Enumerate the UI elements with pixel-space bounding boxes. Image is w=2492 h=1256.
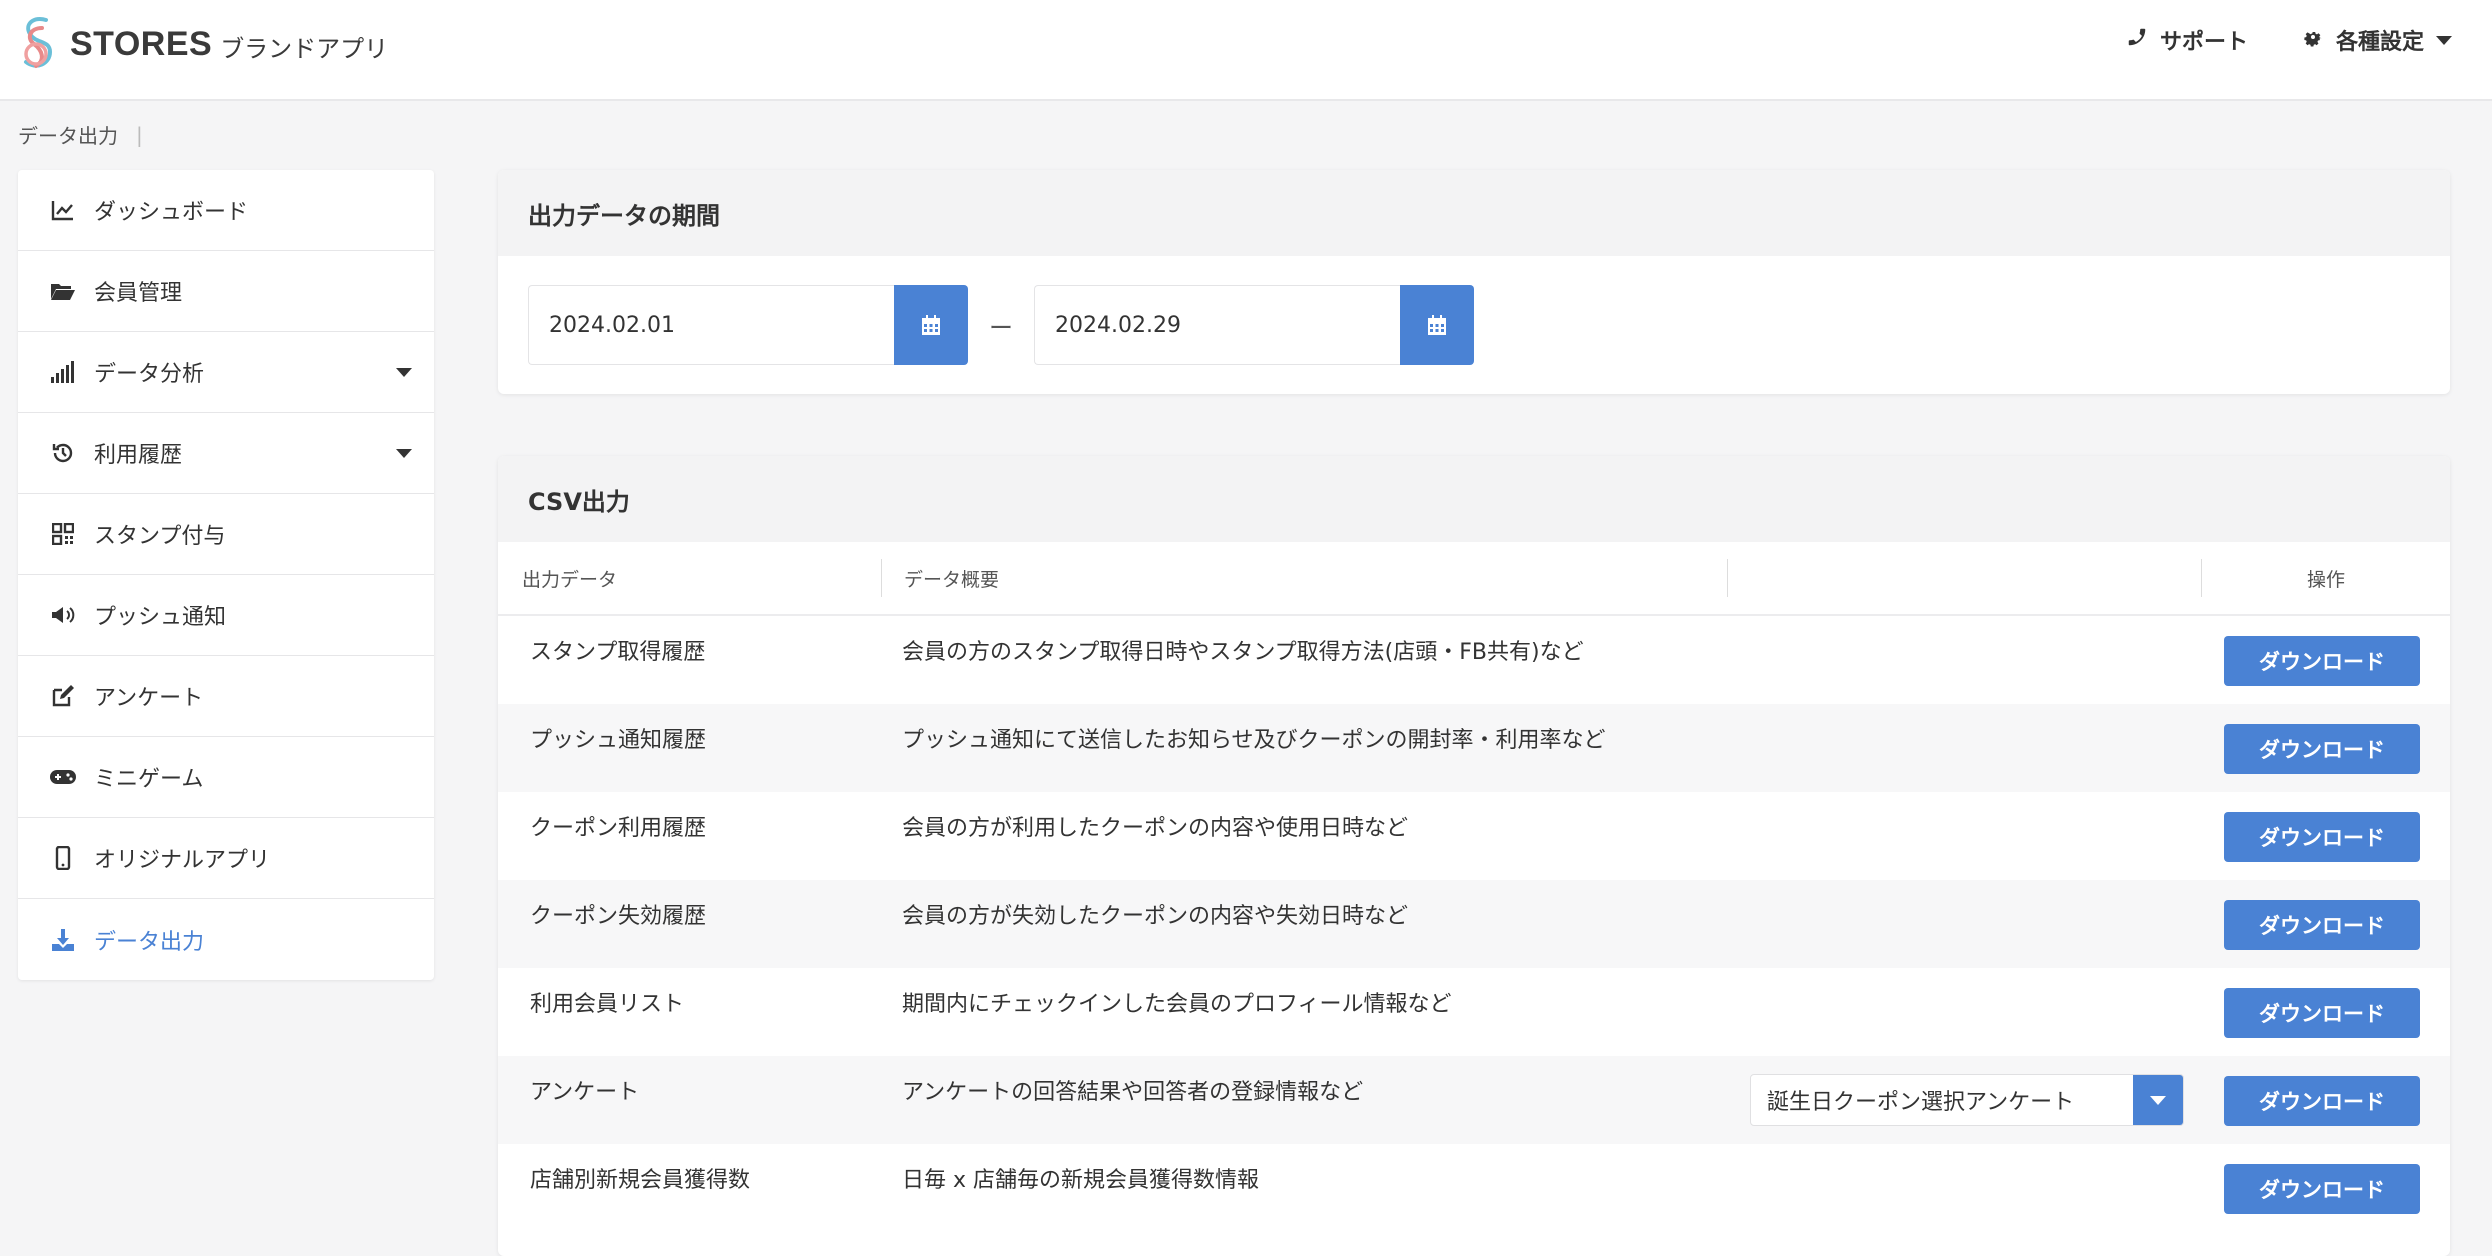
csv-export-panel: CSV出力 出力データ データ概要 操作 スタンプ取得履歴 会員の方のスタンプ取… [498, 456, 2450, 1256]
table-row: スタンプ取得履歴 会員の方のスタンプ取得日時やスタンプ取得方法(店頭・FB共有)… [498, 616, 2450, 704]
download-button[interactable]: ダウンロード [2224, 1076, 2420, 1126]
chevron-down-icon [396, 449, 412, 458]
column-header-option [1728, 559, 2202, 597]
gamepad-icon [48, 762, 78, 792]
row-name: プッシュ通知履歴 [530, 728, 707, 753]
sidebar-item-stamp[interactable]: スタンプ付与 [18, 494, 434, 575]
brand-logo[interactable]: STORES ブランドアプリ [16, 14, 388, 74]
calendar-icon [1428, 315, 1446, 335]
date-range-separator: ー [989, 313, 1013, 342]
end-calendar-button[interactable] [1400, 285, 1474, 365]
row-name: 利用会員リスト [530, 992, 685, 1017]
sidebar-item-dashboard[interactable]: ダッシュボード [18, 170, 434, 251]
settings-menu[interactable]: 各種設定 [2302, 24, 2452, 56]
sidebar-item-data-export[interactable]: データ出力 [18, 899, 434, 980]
download-button[interactable]: ダウンロード [2224, 812, 2420, 862]
column-header-summary: データ概要 [882, 559, 1728, 597]
row-name: スタンプ取得履歴 [530, 640, 706, 665]
breadcrumb-current: データ出力 [18, 124, 118, 148]
sidebar-item-label: 利用履歴 [94, 443, 183, 468]
sidebar-item-label: 会員管理 [94, 281, 183, 306]
stores-logo-icon [24, 17, 53, 68]
row-description: 日毎 x 店舗毎の新規会員獲得数情報 [902, 1168, 1260, 1193]
sidebar-item-label: データ分析 [94, 362, 205, 387]
table-row: クーポン失効履歴 会員の方が失効したクーポンの内容や失効日時など ダウンロード [498, 880, 2450, 968]
breadcrumb: データ出力 | [18, 120, 143, 149]
table-header: 出力データ データ概要 操作 [498, 542, 2450, 616]
edit-icon [48, 681, 78, 711]
chevron-down-icon[interactable] [2133, 1075, 2183, 1125]
chevron-down-icon [2436, 35, 2452, 45]
sidebar-item-survey[interactable]: アンケート [18, 656, 434, 737]
column-header-output: 出力データ [498, 559, 882, 597]
calendar-icon [922, 315, 940, 335]
chart-line-icon [48, 195, 78, 225]
sidebar-item-original-app[interactable]: オリジナルアプリ [18, 818, 434, 899]
row-name: クーポン失効履歴 [530, 904, 707, 929]
date-range: 2024.02.01 ー 2024.02.29 [528, 285, 1474, 365]
download-button[interactable]: ダウンロード [2224, 724, 2420, 774]
table-row: クーポン利用履歴 会員の方が利用したクーポンの内容や使用日時など ダウンロード [498, 792, 2450, 880]
download-button[interactable]: ダウンロード [2224, 988, 2420, 1038]
sidebar-item-history[interactable]: 利用履歴 [18, 413, 434, 494]
sidebar-item-minigame[interactable]: ミニゲーム [18, 737, 434, 818]
sidebar-item-label: プッシュ通知 [94, 605, 227, 630]
support-link[interactable]: サポート [2126, 24, 2248, 56]
row-name: 店舗別新規会員獲得数 [530, 1168, 751, 1193]
row-name: アンケート [530, 1080, 640, 1105]
csv-table-body: スタンプ取得履歴 会員の方のスタンプ取得日時やスタンプ取得方法(店頭・FB共有)… [498, 616, 2450, 1232]
period-panel: 出力データの期間 2024.02.01 ー 2024.02.29 [498, 170, 2450, 394]
row-description: アンケートの回答結果や回答者の登録情報など [902, 1080, 1364, 1105]
download-button[interactable]: ダウンロード [2224, 636, 2420, 686]
table-row: プッシュ通知履歴 プッシュ通知にて送信したお知らせ及びクーポンの開封率・利用率な… [498, 704, 2450, 792]
sidebar-item-members[interactable]: 会員管理 [18, 251, 434, 332]
sidebar-item-label: アンケート [94, 686, 204, 711]
download-button[interactable]: ダウンロード [2224, 900, 2420, 950]
sidebar-item-label: ミニゲーム [94, 767, 204, 792]
start-date-input[interactable]: 2024.02.01 [528, 285, 894, 365]
row-description: 期間内にチェックインした会員のプロフィール情報など [902, 992, 1452, 1017]
chevron-down-icon [396, 368, 412, 377]
download-icon [48, 925, 78, 955]
row-description: プッシュ通知にて送信したお知らせ及びクーポンの開封率・利用率など [902, 728, 1606, 753]
sidebar-item-label: ダッシュボード [94, 200, 249, 225]
megaphone-icon [48, 600, 78, 630]
column-header-action: 操作 [2306, 568, 2345, 591]
sidebar-item-label: スタンプ付与 [94, 524, 226, 549]
brand-subtitle: ブランドアプリ [220, 34, 389, 63]
support-label: サポート [2159, 30, 2248, 55]
sidebar-item-push[interactable]: プッシュ通知 [18, 575, 434, 656]
row-name: クーポン利用履歴 [530, 816, 707, 841]
brand-name: STORES [70, 24, 213, 63]
table-row: アンケート アンケートの回答結果や回答者の登録情報など 誕生日クーポン選択アンケ… [498, 1056, 2450, 1144]
folder-open-icon [48, 276, 78, 306]
mobile-icon [48, 843, 78, 873]
sidebar-item-analytics[interactable]: データ分析 [18, 332, 434, 413]
table-row: 店舗別新規会員獲得数 日毎 x 店舗毎の新規会員獲得数情報 ダウンロード [498, 1144, 2450, 1232]
row-description: 会員の方のスタンプ取得日時やスタンプ取得方法(店頭・FB共有)など [902, 640, 1584, 665]
end-date-input[interactable]: 2024.02.29 [1034, 285, 1400, 365]
breadcrumb-separator: | [136, 122, 143, 147]
sidebar-item-label: データ出力 [94, 929, 205, 955]
download-button[interactable]: ダウンロード [2224, 1164, 2420, 1214]
sidebar-item-label: オリジナルアプリ [94, 848, 271, 873]
top-header: STORES ブランドアプリ サポート 各種設定 [0, 0, 2492, 101]
period-title: 出力データの期間 [498, 170, 2450, 256]
sidebar-nav: ダッシュボード 会員管理 データ分析 利用履歴 スタンプ付与 プッシュ通知 アン… [18, 170, 434, 980]
settings-label: 各種設定 [2335, 30, 2424, 55]
start-calendar-button[interactable] [894, 285, 968, 365]
csv-title: CSV出力 [498, 456, 2450, 542]
survey-select-value: 誕生日クーポン選択アンケート [1767, 1090, 2075, 1115]
row-description: 会員の方が失効したクーポンの内容や失効日時など [902, 904, 1409, 929]
signal-bars-icon [48, 357, 78, 387]
gear-icon [2302, 26, 2324, 54]
history-icon [48, 438, 78, 468]
survey-select[interactable]: 誕生日クーポン選択アンケート [1750, 1074, 2184, 1126]
phone-icon [2126, 26, 2148, 54]
qrcode-icon [48, 519, 78, 549]
table-row: 利用会員リスト 期間内にチェックインした会員のプロフィール情報など ダウンロード [498, 968, 2450, 1056]
row-description: 会員の方が利用したクーポンの内容や使用日時など [902, 816, 1409, 841]
